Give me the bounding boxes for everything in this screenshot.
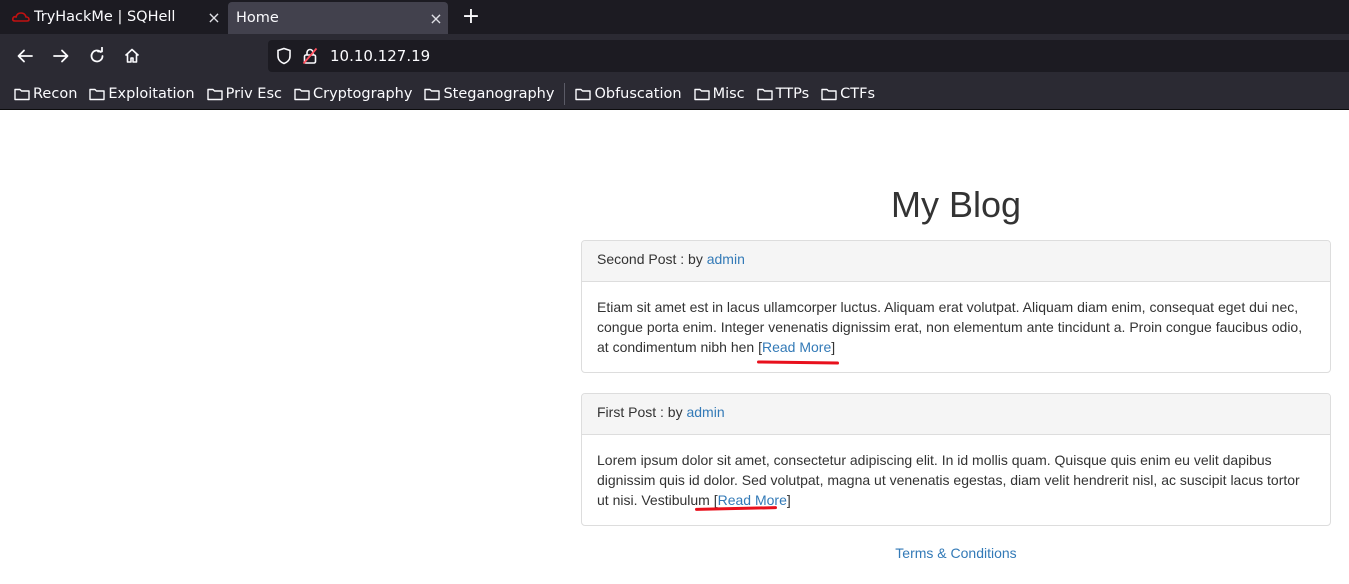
terms-conditions-link[interactable]: Terms & Conditions — [895, 545, 1016, 561]
bookmark-label: CTFs — [840, 85, 876, 102]
arrow-right-icon — [53, 49, 69, 63]
url-text[interactable]: 10.10.127.19 — [330, 47, 430, 65]
footer: Terms & Conditions — [581, 545, 1331, 561]
insecure-lock-icon[interactable] — [302, 47, 320, 65]
post-body: Lorem ipsum dolor sit amet, consectetur … — [582, 435, 1330, 525]
author-link[interactable]: admin — [707, 251, 745, 267]
bracket-close: ] — [786, 492, 791, 508]
post-heading: Second Post : by admin — [582, 241, 1330, 282]
folder-icon — [206, 88, 223, 100]
folder-icon — [89, 88, 106, 100]
arrow-left-icon — [17, 49, 33, 63]
folder-icon — [424, 88, 441, 100]
bookmark-label: Misc — [712, 85, 745, 102]
folder-icon — [821, 88, 837, 100]
bookmark-recon[interactable]: Recon — [14, 86, 77, 102]
folder-icon — [693, 88, 710, 100]
tab-tryhackme[interactable]: TryHackMe | SQHell × — [0, 0, 226, 34]
post-panel-first: First Post : by admin Lorem ipsum dolor … — [581, 393, 1331, 526]
bookmark-label: Exploitation — [108, 85, 195, 102]
bookmark-misc[interactable]: Misc — [693, 85, 745, 102]
bookmark-exploitation[interactable]: Exploitation — [89, 85, 195, 102]
tab-home[interactable]: Home × — [228, 2, 448, 34]
bookmark-label: Steganography — [443, 85, 555, 102]
folder-icon — [756, 88, 773, 100]
bookmark-cryptography[interactable]: Cryptography — [294, 86, 412, 102]
reload-icon — [90, 47, 104, 63]
bookmark-ttps[interactable]: TTPs — [756, 85, 810, 102]
bookmark-obfuscation[interactable]: Obfuscation — [575, 85, 682, 102]
tryhackme-favicon-icon — [12, 10, 30, 24]
bookmark-priv-esc[interactable]: Priv Esc — [206, 85, 282, 102]
post-heading: First Post : by admin — [582, 394, 1330, 435]
address-bar[interactable]: 10.10.127.19 — [268, 40, 1349, 72]
tab-title: Home — [236, 10, 279, 26]
post-body: Etiam sit amet est in lacus ullamcorper … — [582, 282, 1330, 372]
folder-icon — [294, 88, 310, 100]
close-tab-icon[interactable]: × — [424, 9, 448, 28]
bookmark-steganography[interactable]: Steganography — [424, 86, 554, 102]
bookmark-label: Cryptography — [312, 85, 413, 102]
folder-icon — [14, 88, 30, 100]
post-heading-text: First Post : by — [597, 404, 687, 420]
bracket-close: ] — [831, 339, 836, 355]
shield-icon[interactable] — [276, 47, 294, 65]
folder-icon — [575, 88, 592, 100]
bookmarks-separator — [564, 82, 566, 105]
post-panel-second: Second Post : by admin Etiam sit amet es… — [581, 240, 1331, 373]
tab-title: TryHackMe | SQHell — [34, 9, 176, 25]
read-more-link[interactable]: Read More — [762, 339, 831, 355]
new-tab-button[interactable]: + — [458, 4, 484, 30]
post-heading-text: Second Post : by — [597, 251, 707, 267]
bookmark-label: TTPs — [775, 85, 810, 102]
bookmark-label: Obfuscation — [594, 85, 682, 102]
home-icon — [124, 48, 140, 63]
author-link[interactable]: admin — [686, 404, 724, 420]
page-title: My Blog — [890, 184, 1022, 225]
home-button[interactable] — [120, 44, 144, 68]
back-button[interactable] — [13, 44, 37, 68]
post-excerpt: Etiam sit amet est in lacus ullamcorper … — [597, 299, 1303, 355]
bookmarks-toolbar: Recon Exploitation Priv Esc Cryptography… — [0, 78, 1349, 110]
bookmark-label: Recon — [33, 85, 78, 102]
reload-button[interactable] — [85, 44, 109, 68]
forward-button[interactable] — [49, 44, 73, 68]
tab-bar: TryHackMe | SQHell × Home × + — [0, 0, 1349, 34]
bookmark-ctfs[interactable]: CTFs — [821, 86, 875, 102]
post-excerpt: Lorem ipsum dolor sit amet, consectetur … — [597, 452, 1300, 508]
close-tab-icon[interactable]: × — [202, 8, 226, 27]
bookmark-label: Priv Esc — [225, 85, 282, 102]
